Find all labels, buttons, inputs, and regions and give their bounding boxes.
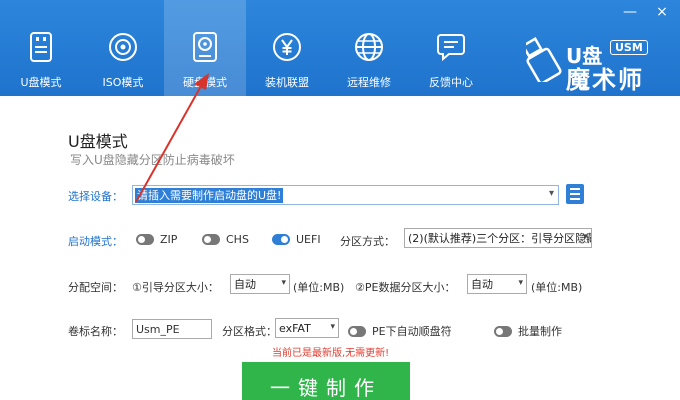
header-bar: U盘模式 ISO模式 硬盘模式 装机联盟 远程维修 反馈中心 — × U盘 US… xyxy=(0,0,680,96)
nav-label: ISO模式 xyxy=(102,76,144,89)
chevron-down-icon: ▾ xyxy=(281,278,286,288)
usb-plug-logo-icon xyxy=(526,37,562,82)
hard-disk-icon xyxy=(188,30,222,64)
toggle-switch xyxy=(348,325,366,337)
nav-label: 反馈中心 xyxy=(429,76,473,89)
nav-label: U盘模式 xyxy=(20,76,62,89)
toggle-switch xyxy=(202,234,220,245)
app-logo: U盘 USM 魔术师 xyxy=(526,32,666,94)
partition-mode-value: (2)(默认推荐)三个分区：引导分区隐藏 xyxy=(408,232,592,245)
main-nav: U盘模式 ISO模式 硬盘模式 装机联盟 远程维修 反馈中心 xyxy=(0,0,492,96)
nav-usb-mode[interactable]: U盘模式 xyxy=(0,0,82,96)
boot-mode-label: 启动模式： xyxy=(68,235,123,248)
logo-name-text: 魔术师 xyxy=(566,66,644,94)
usb-drive-icon xyxy=(24,30,58,64)
device-list-button[interactable] xyxy=(566,184,584,204)
format-select[interactable]: exFAT ▾ xyxy=(275,318,339,338)
pe-partition-size-value: 自动 xyxy=(471,278,493,291)
volume-name-input[interactable]: Usm_PE xyxy=(132,319,212,339)
page-subtitle: 写入U盘隐藏分区防止病毒破坏 xyxy=(70,153,235,167)
chs-toggle[interactable]: CHS xyxy=(202,233,249,246)
format-label: 分区格式： xyxy=(222,325,277,338)
format-value: exFAT xyxy=(279,321,311,335)
yen-coin-icon xyxy=(270,30,304,64)
allocation-label: 分配空间： xyxy=(68,281,123,294)
uefi-toggle[interactable]: UEFI xyxy=(272,233,321,246)
chevron-down-icon: ▾ xyxy=(583,232,588,242)
disc-icon xyxy=(106,30,140,64)
pe-partition-size-label: ②PE数据分区大小： xyxy=(355,281,456,294)
feedback-chat-icon xyxy=(434,30,468,64)
device-select-value: 请插入需要制作启动盘的U盘! xyxy=(135,187,284,203)
pe-unit-label: (单位:MB) xyxy=(531,281,583,294)
device-select[interactable]: 请插入需要制作启动盘的U盘! ▾ xyxy=(132,185,559,205)
partition-mode-label: 分区方式： xyxy=(340,235,395,248)
batch-label: 批量制作 xyxy=(518,325,562,338)
boot-partition-size-select[interactable]: 自动 ▾ xyxy=(230,274,290,294)
nav-remote-repair[interactable]: 远程维修 xyxy=(328,0,410,96)
device-label: 选择设备： xyxy=(68,190,123,203)
globe-icon xyxy=(352,30,386,64)
boot-unit-label: (单位:MB) xyxy=(293,281,345,294)
pe-auto-mount-toggle[interactable]: PE下自动顺盘符 xyxy=(348,323,452,339)
chs-label: CHS xyxy=(226,233,249,246)
update-notice: 当前已是最新版,无需更新! xyxy=(272,348,390,359)
nav-feedback-center[interactable]: 反馈中心 xyxy=(410,0,492,96)
minimize-button[interactable]: — xyxy=(622,4,638,20)
uefi-label: UEFI xyxy=(296,233,321,246)
logo-usm-badge: USM xyxy=(610,40,648,55)
batch-toggle[interactable]: 批量制作 xyxy=(494,323,562,339)
volume-label: 卷标名称： xyxy=(68,325,123,338)
nav-label: 装机联盟 xyxy=(265,76,309,89)
nav-label: 远程维修 xyxy=(347,76,391,89)
pe-partition-size-select[interactable]: 自动 ▾ xyxy=(467,274,527,294)
boot-partition-size-value: 自动 xyxy=(234,278,256,291)
chevron-down-icon: ▾ xyxy=(518,278,523,288)
toggle-switch xyxy=(136,234,154,245)
nav-install-alliance[interactable]: 装机联盟 xyxy=(246,0,328,96)
partition-mode-select[interactable]: (2)(默认推荐)三个分区：引导分区隐藏 ▾ xyxy=(404,228,592,248)
one-click-make-button[interactable]: 一键制作 xyxy=(242,362,410,400)
toggle-switch xyxy=(494,325,512,337)
nav-harddisk-mode[interactable]: 硬盘模式 xyxy=(164,0,246,96)
pe-auto-mount-label: PE下自动顺盘符 xyxy=(372,325,452,338)
nav-iso-mode[interactable]: ISO模式 xyxy=(82,0,164,96)
toggle-switch xyxy=(272,234,290,245)
nav-label: 硬盘模式 xyxy=(183,76,227,89)
zip-label: ZIP xyxy=(160,233,178,246)
window-controls: — × xyxy=(622,4,670,20)
boot-partition-size-label: ①引导分区大小： xyxy=(132,281,219,294)
close-button[interactable]: × xyxy=(654,4,670,20)
page-title: U盘模式 xyxy=(68,132,128,151)
chevron-down-icon: ▾ xyxy=(330,322,335,332)
zip-toggle[interactable]: ZIP xyxy=(136,233,177,246)
chevron-down-icon: ▾ xyxy=(548,188,554,199)
